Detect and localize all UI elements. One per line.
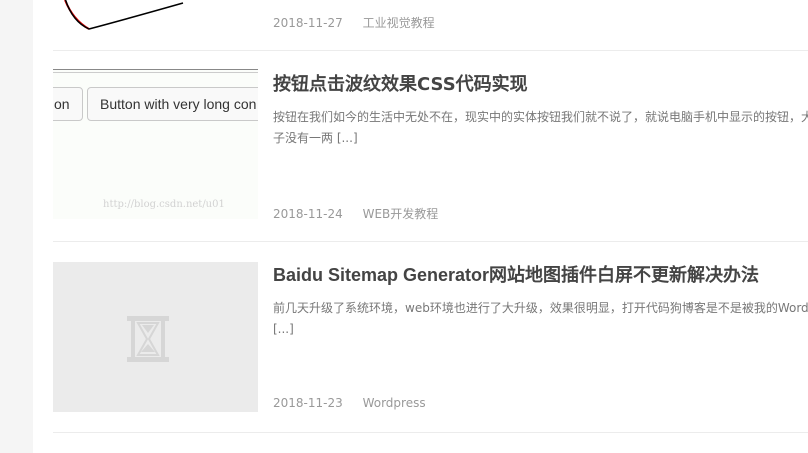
post-category-link[interactable]: Wordpress	[363, 396, 426, 410]
thumbnail-watermark: http://blog.csdn.net/u01	[103, 199, 225, 210]
excerpt-line: 子没有一两 [...]	[273, 131, 358, 145]
post-thumbnail[interactable]	[53, 0, 258, 30]
excerpt-line: 按钮在我们如今的生活中无处不在，现实中的实体按钮我们就不说了，就说电脑手机中显示…	[273, 110, 808, 124]
hourglass-placeholder-icon	[127, 316, 169, 362]
excerpt-line: [...]	[273, 322, 294, 336]
post-item: on Button with very long con http://blog…	[53, 51, 808, 242]
post-list: 2018-11-27 工业视觉教程 on Button with very lo…	[33, 0, 808, 453]
post-category-link[interactable]: WEB开发教程	[363, 207, 439, 221]
post-item: Baidu Sitemap Generator网站地图插件白屏不更新解决办法 前…	[53, 242, 808, 433]
post-title-link[interactable]: 按钮点击波纹效果CSS代码实现	[273, 70, 528, 96]
thumbnail-button-1: on	[53, 87, 83, 121]
post-date: 2018-11-23	[273, 396, 343, 410]
thumbnail-button-2: Button with very long con	[87, 87, 258, 121]
thumbnail-toolbar-line	[53, 69, 258, 73]
post-meta: 2018-11-23 Wordpress	[273, 396, 426, 410]
excerpt-line: 前几天升级了系统环境，web环境也进行了大升级，效果很明显，打开代码狗博客是不是…	[273, 301, 808, 315]
post-excerpt: 前几天升级了系统环境，web环境也进行了大升级，效果很明显，打开代码狗博客是不是…	[273, 298, 808, 340]
post-excerpt: 按钮在我们如今的生活中无处不在，现实中的实体按钮我们就不说了，就说电脑手机中显示…	[273, 107, 808, 149]
post-thumbnail[interactable]	[53, 262, 258, 412]
post-date: 2018-11-24	[273, 207, 343, 221]
post-item: 2018-11-27 工业视觉教程	[53, 0, 808, 51]
post-category-link[interactable]: 工业视觉教程	[363, 16, 435, 30]
post-date: 2018-11-27	[273, 16, 343, 30]
thumbnail-drawing	[64, 0, 184, 30]
post-meta: 2018-11-24 WEB开发教程	[273, 205, 438, 222]
post-thumbnail[interactable]: on Button with very long con http://blog…	[53, 69, 258, 219]
post-title-link[interactable]: Baidu Sitemap Generator网站地图插件白屏不更新解决办法	[273, 261, 759, 287]
post-meta: 2018-11-27 工业视觉教程	[273, 14, 435, 31]
